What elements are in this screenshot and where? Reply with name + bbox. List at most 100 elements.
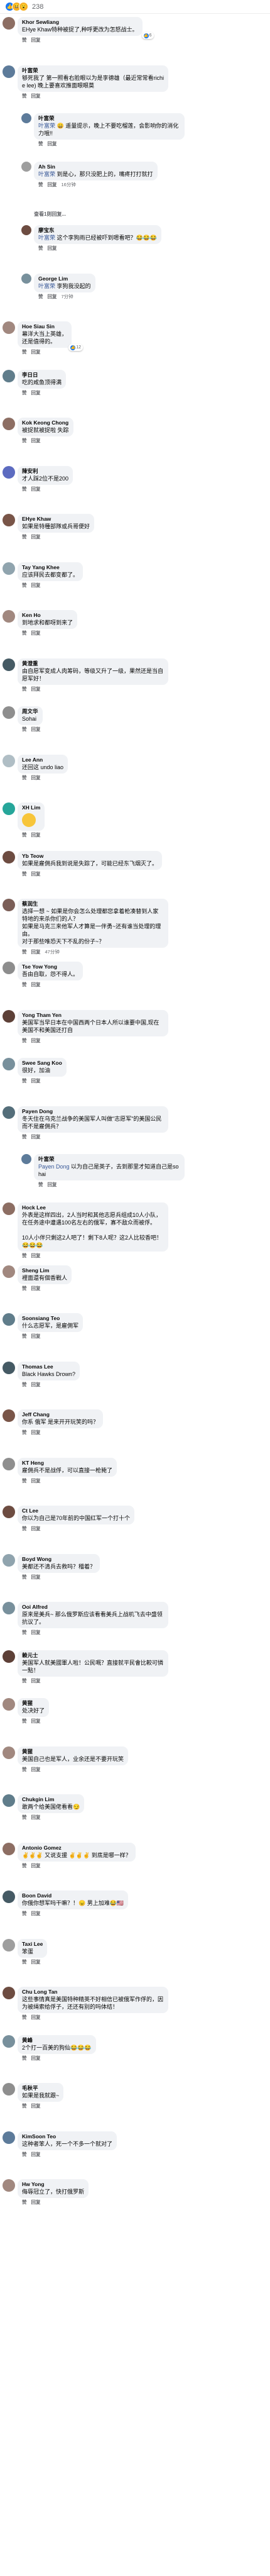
- comment-author[interactable]: Payen Dong: [22, 1108, 164, 1115]
- avatar[interactable]: [3, 1794, 15, 1807]
- comment-author[interactable]: Chu Long Tan: [22, 1989, 164, 1996]
- like-button[interactable]: 赞: [22, 1958, 27, 1965]
- like-button[interactable]: 赞: [22, 389, 27, 396]
- comment-author[interactable]: Ooi Alfred: [22, 1604, 164, 1611]
- like-button[interactable]: 赞: [22, 2199, 27, 2206]
- avatar[interactable]: [3, 1457, 15, 1470]
- comment-author[interactable]: Swee Sang Koo: [22, 1060, 62, 1067]
- comment-author[interactable]: XH Lim: [22, 804, 40, 811]
- mention-link[interactable]: Payen Dong: [38, 1163, 71, 1170]
- avatar[interactable]: [3, 1553, 15, 1567]
- like-button[interactable]: 赞: [22, 92, 27, 99]
- like-button[interactable]: 赞: [22, 686, 27, 692]
- comment-author[interactable]: KT Heng: [22, 1460, 112, 1467]
- avatar[interactable]: [3, 2035, 15, 2048]
- avatar[interactable]: [3, 658, 15, 671]
- like-button[interactable]: 赞: [22, 1252, 27, 1259]
- like-button[interactable]: 赞: [22, 2014, 27, 2021]
- reply-button[interactable]: 回复: [31, 1252, 41, 1259]
- like-button[interactable]: 赞: [22, 1629, 27, 1636]
- avatar[interactable]: [3, 1650, 15, 1663]
- reply-button[interactable]: 回复: [31, 1574, 41, 1580]
- avatar[interactable]: [21, 1154, 31, 1164]
- avatar[interactable]: [3, 1602, 15, 1614]
- mention-link[interactable]: 叶富荣: [38, 235, 57, 241]
- like-button[interactable]: 赞: [22, 870, 27, 877]
- avatar[interactable]: [3, 850, 15, 863]
- avatar[interactable]: [21, 273, 31, 284]
- reply-button[interactable]: 回复: [31, 2102, 41, 2109]
- like-button[interactable]: 赞: [22, 1429, 27, 1436]
- comment-author[interactable]: 赖元士: [22, 1652, 164, 1659]
- reply-button[interactable]: 回复: [48, 181, 57, 188]
- comment-like-count[interactable]: 👍 6: [141, 32, 154, 39]
- avatar[interactable]: [3, 1009, 15, 1023]
- like-button[interactable]: 赞: [22, 1862, 27, 1869]
- reply-button[interactable]: 回复: [31, 981, 41, 988]
- comment-author[interactable]: 陳安利: [22, 468, 68, 475]
- mention-link[interactable]: 叶富荣: [38, 123, 57, 129]
- reply-button[interactable]: 回复: [48, 140, 57, 147]
- avatar[interactable]: [3, 321, 15, 334]
- comment-author[interactable]: Chukgin Lim: [22, 1796, 80, 1803]
- avatar[interactable]: [3, 2179, 15, 2192]
- like-button[interactable]: 赞: [22, 1574, 27, 1580]
- reply-button[interactable]: 回复: [31, 2151, 41, 2158]
- reply-button[interactable]: 回复: [31, 582, 41, 589]
- avatar[interactable]: [3, 17, 15, 30]
- comment-author[interactable]: Jeff Chang: [22, 1411, 99, 1418]
- comment-author[interactable]: Hoe Siau Sin: [22, 323, 67, 330]
- reply-button[interactable]: 回复: [31, 1477, 41, 1484]
- avatar[interactable]: [21, 161, 31, 172]
- like-button[interactable]: 赞: [22, 831, 27, 838]
- reply-button[interactable]: 回复: [31, 1814, 41, 1821]
- reply-button[interactable]: 回复: [31, 948, 41, 955]
- comment-author[interactable]: 黄猩: [22, 1700, 45, 1707]
- avatar[interactable]: [3, 1265, 15, 1278]
- avatar[interactable]: [3, 2083, 15, 2096]
- comment-author[interactable]: Sheng Lim: [22, 1267, 67, 1274]
- comment-author[interactable]: 黄澄重: [22, 660, 164, 667]
- like-button[interactable]: 赞: [22, 1766, 27, 1773]
- like-button[interactable]: 赞: [22, 1037, 27, 1044]
- avatar[interactable]: [3, 1361, 15, 1374]
- like-button[interactable]: 赞: [22, 1814, 27, 1821]
- like-button[interactable]: 赞: [22, 1910, 27, 1917]
- like-button[interactable]: 赞: [38, 245, 43, 252]
- reply-button[interactable]: 回复: [48, 245, 57, 252]
- like-button[interactable]: 赞: [22, 1381, 27, 1388]
- avatar[interactable]: [3, 65, 15, 78]
- comment-author[interactable]: 蔡润生: [22, 901, 164, 908]
- reply-button[interactable]: 回复: [31, 486, 41, 492]
- like-button[interactable]: 赞: [22, 948, 27, 955]
- comment-author[interactable]: Lee Ann: [22, 757, 63, 763]
- reply-button[interactable]: 回复: [31, 36, 41, 43]
- comment-author[interactable]: 黄猩: [22, 1748, 124, 1755]
- like-button[interactable]: 赞: [22, 2055, 27, 2062]
- like-button[interactable]: 赞: [22, 533, 27, 540]
- comment-time[interactable]: 16分钟: [62, 181, 76, 188]
- reply-button[interactable]: 回复: [31, 774, 41, 781]
- like-button[interactable]: 赞: [22, 1477, 27, 1484]
- avatar[interactable]: [3, 899, 15, 911]
- reply-button[interactable]: 回复: [31, 389, 41, 396]
- reply-button[interactable]: 回复: [31, 1525, 41, 1532]
- view-replies-link[interactable]: 查看1则回复...: [34, 209, 265, 219]
- avatar[interactable]: [3, 1202, 15, 1215]
- avatar[interactable]: [3, 1746, 15, 1759]
- reply-button[interactable]: 回复: [31, 2055, 41, 2062]
- comment-author[interactable]: Tay Yang Khee: [22, 564, 78, 571]
- comment-author[interactable]: Ken Ho: [22, 612, 73, 619]
- like-button[interactable]: 赞: [22, 630, 27, 636]
- mention-link[interactable]: 叶富荣: [38, 283, 57, 289]
- reply-button[interactable]: 回复: [31, 1629, 41, 1636]
- like-button[interactable]: 赞: [22, 1077, 27, 1084]
- avatar[interactable]: [3, 2131, 15, 2144]
- reply-button[interactable]: 回复: [48, 1181, 57, 1188]
- like-button[interactable]: 赞: [22, 981, 27, 988]
- comment-like-count[interactable]: 👍 12: [68, 344, 84, 351]
- comment-author[interactable]: 黄峰: [22, 2037, 92, 2044]
- avatar[interactable]: [3, 1313, 15, 1326]
- like-button[interactable]: 赞: [22, 2151, 27, 2158]
- comment-author[interactable]: 廖宝东: [38, 227, 157, 234]
